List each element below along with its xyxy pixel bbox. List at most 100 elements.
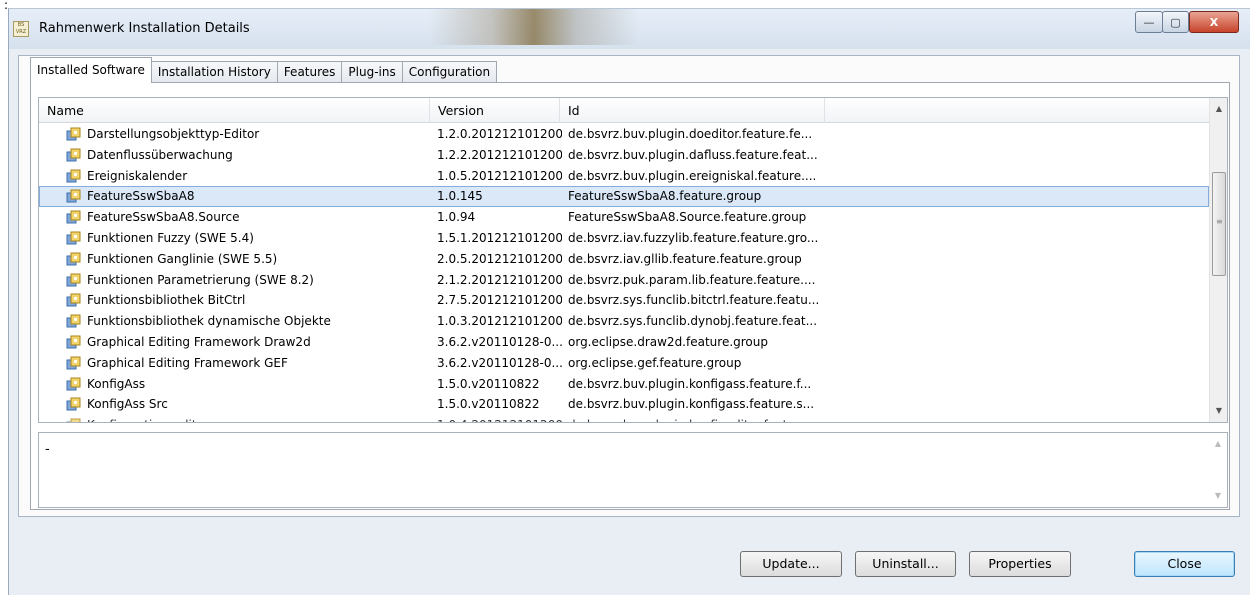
scroll-down-icon[interactable]: ▼ (1210, 402, 1227, 420)
uninstall-button[interactable]: Uninstall... (855, 551, 956, 577)
table-body: Darstellungsobjekttyp-Editor 1.2.0.201212… (39, 124, 1209, 422)
maximize-button[interactable]: ▢ (1162, 11, 1189, 33)
row-id: de.bsvrz.sys.funclib.bitctrl.feature.fea… (568, 293, 820, 308)
table-row[interactable]: Funktionen Ganglinie (SWE 5.5) 2.0.5.2012… (39, 249, 1209, 270)
row-name: KonfigAss (87, 376, 146, 391)
table-row[interactable]: Funktionsbibliothek dynamische Objekte 1.… (39, 311, 1209, 332)
app-icon: BS VRZ (13, 21, 29, 37)
column-header-version[interactable]: Version (430, 98, 560, 123)
row-id: FeatureSswSbaA8.Source.feature.group (568, 210, 807, 225)
table-row[interactable]: Graphical Editing Framework Draw2d 3.6.2.… (39, 332, 1209, 353)
tab-installed-software[interactable]: Installed Software (30, 57, 152, 83)
row-id: de.bsvrz.iav.fuzzylib.feature.feature.gr… (568, 230, 819, 245)
title-bar[interactable]: BS VRZ Rahmenwerk Installation Details —… (9, 9, 1250, 49)
details-scrollbar[interactable]: ▲ ▼ (1209, 433, 1227, 507)
feature-icon (66, 377, 82, 392)
table-row[interactable]: Funktionen Parametrierung (SWE 8.2) 2.1.2… (39, 270, 1209, 291)
table-row[interactable]: Darstellungsobjekttyp-Editor 1.2.0.201212… (39, 124, 1209, 145)
row-name: Konfigurationseditor (87, 415, 432, 422)
scroll-up-icon[interactable]: ▲ (1210, 100, 1227, 118)
row-id: FeatureSswSbaA8.feature.group (568, 189, 762, 204)
row-name: FeatureSswSbaA8.Source (87, 210, 240, 225)
table-row[interactable]: Funktionsbibliothek BitCtrl 2.7.5.2012121… (39, 290, 1209, 311)
tab-installation-history[interactable]: Installation History (150, 61, 278, 83)
minimize-button[interactable]: — (1135, 11, 1163, 33)
table-row[interactable]: KonfigAss Src 1.5.0.v20110822 de.bsvrz.buv… (39, 394, 1209, 415)
row-name: Ereigniskalender (87, 168, 188, 183)
table-row[interactable]: KonfigAss 1.5.0.v20110822 de.bsvrz.buv.plu… (39, 374, 1209, 395)
row-name: Funktionen Parametrierung (SWE 8.2) (87, 272, 314, 287)
row-version: 1.2.0.201212101200 (437, 127, 562, 141)
feature-icon (66, 418, 82, 422)
table-header: Name Version Id (39, 98, 1209, 123)
feature-icon (66, 273, 82, 288)
row-name: Darstellungsobjekttyp-Editor (87, 127, 260, 141)
feature-icon (66, 356, 82, 371)
row-id: de.bsvrz.buv.plugin.konfigass.feature.f.… (568, 376, 812, 391)
row-id: de.bsvrz.sys.funclib.dynobj.feature.feat… (568, 314, 818, 329)
row-id: de.bsvrz.buv.plugin.doeditor.feature.fe.… (568, 127, 813, 141)
feature-icon (66, 293, 82, 308)
column-header-id[interactable]: Id (560, 98, 825, 123)
row-name: Funktionen Fuzzy (SWE 5.4) (87, 230, 254, 245)
tab-features[interactable]: Features (276, 61, 343, 83)
tab-plug-ins[interactable]: Plug-ins (341, 61, 403, 83)
table-row[interactable]: Ereigniskalender 1.0.5.201212101200 de.bsv… (39, 166, 1209, 187)
table-row[interactable]: Funktionen Fuzzy (SWE 5.4) 1.5.1.20121210… (39, 228, 1209, 249)
details-area[interactable]: - ▲ ▼ (38, 432, 1228, 508)
close-window-button[interactable]: X (1189, 11, 1239, 33)
tab-configuration[interactable]: Configuration (401, 61, 498, 83)
feature-icon (66, 252, 82, 267)
feature-icon (66, 210, 82, 225)
row-version: 1.5.1.201212101200 (437, 230, 562, 245)
close-icon: X (1209, 15, 1219, 29)
row-version: 1.5.0.v20110822 (437, 376, 540, 391)
installed-software-table: Name Version Id Darstellungsobjekttyp-Ed… (38, 97, 1228, 423)
row-version: 1.2.2.201212101200 (437, 147, 562, 162)
row-name: Funktionsbibliothek BitCtrl (87, 293, 246, 308)
row-id: org.eclipse.gef.feature.group (568, 355, 742, 370)
row-version: 1.0.94 (437, 210, 476, 225)
details-scroll-up-icon[interactable]: ▲ (1209, 435, 1227, 453)
row-version: 1.5.0.v20110822 (437, 397, 540, 412)
table-row[interactable]: Konfigurationseditor 1.0.4.201212101200 de… (39, 415, 1209, 422)
feature-icon (66, 127, 82, 142)
column-header-filler (825, 98, 1209, 123)
table-row[interactable]: Datenflussüberwachung 1.2.2.201212101200 d… (39, 145, 1209, 166)
row-name: FeatureSswSbaA8 (87, 189, 195, 204)
window-title: Rahmenwerk Installation Details (39, 21, 250, 36)
row-name: KonfigAss Src (87, 397, 168, 412)
row-id: de.bsvrz.buv.plugin.konfigass.feature.s.… (568, 397, 815, 412)
details-scroll-down-icon[interactable]: ▼ (1209, 487, 1227, 505)
close-button[interactable]: Close (1134, 551, 1235, 577)
row-version: 1.0.5.201212101200 (437, 168, 562, 183)
feature-icon (66, 231, 82, 246)
table-scrollbar[interactable]: ▲ ≡ ▼ (1209, 98, 1227, 422)
row-name: Graphical Editing Framework Draw2d (87, 334, 311, 349)
row-id: de.bsvrz.buv.plugin.konfigeditor.feat... (568, 415, 828, 422)
feature-icon (66, 189, 82, 204)
row-version: 3.6.2.v20110128-0... (437, 355, 562, 370)
row-id: de.bsvrz.puk.param.lib.feature.feature..… (568, 272, 816, 287)
update-button[interactable]: Update... (740, 551, 842, 577)
column-header-name[interactable]: Name (39, 98, 430, 123)
table-row[interactable]: Graphical Editing Framework GEF 3.6.2.v20… (39, 353, 1209, 374)
row-version: 1.0.3.201212101200 (437, 314, 562, 329)
feature-icon (66, 148, 82, 163)
feature-icon (66, 397, 82, 412)
title-decoration (429, 9, 639, 45)
row-version: 2.1.2.201212101200 (437, 272, 562, 287)
tab-bar: Installed Software Installation History … (30, 57, 498, 83)
scroll-thumb[interactable]: ≡ (1212, 172, 1226, 276)
table-row[interactable]: FeatureSswSbaA8.Source 1.0.94 FeatureSswSb… (39, 207, 1209, 228)
row-version: 2.7.5.201212101200 (437, 293, 562, 308)
row-name: Graphical Editing Framework GEF (87, 355, 288, 370)
properties-button[interactable]: Properties (969, 551, 1071, 577)
table-row[interactable]: FeatureSswSbaA8 1.0.145 FeatureSswSbaA8.fe… (39, 186, 1209, 208)
row-id: de.bsvrz.iav.gllib.feature.feature.group (568, 251, 802, 266)
row-name: Datenflussüberwachung (87, 147, 233, 162)
row-version: 1.0.4.201212101200 (437, 415, 562, 422)
row-id: org.eclipse.draw2d.feature.group (568, 334, 768, 349)
row-version: 2.0.5.201212101200 (437, 251, 562, 266)
row-name: Funktionsbibliothek dynamische Objekte (87, 314, 331, 329)
